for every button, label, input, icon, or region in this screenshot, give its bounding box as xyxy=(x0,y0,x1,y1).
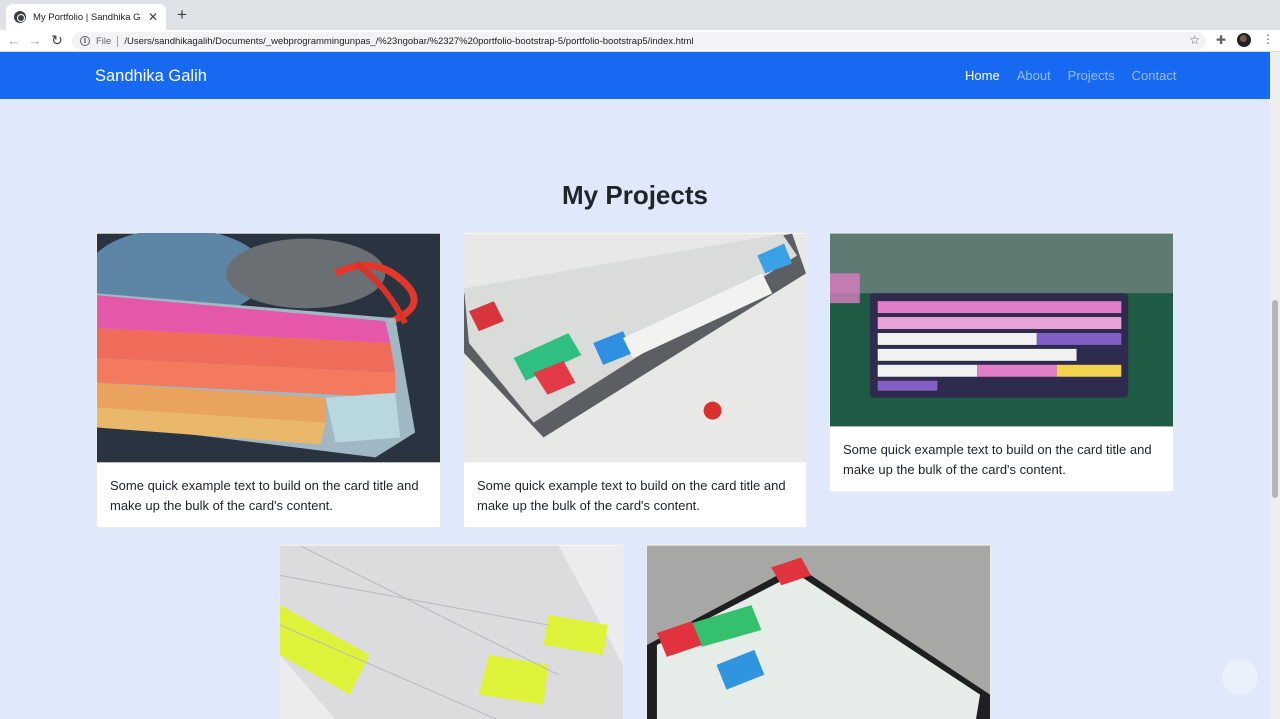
bookmark-star-icon[interactable]: ☆ xyxy=(1189,33,1200,47)
nav-link-projects[interactable]: Projects xyxy=(1068,68,1115,83)
address-bar[interactable]: i File /Users/sandhikagalih/Documents/_w… xyxy=(72,32,1206,50)
page-scrollbar[interactable] xyxy=(1270,52,1280,719)
card-text: Some quick example text to build on the … xyxy=(843,442,1152,477)
browser-tab[interactable]: My Portfolio | Sandhika Galih ✕ xyxy=(6,4,166,30)
site-navbar: Sandhika Galih Home About Projects Conta… xyxy=(0,52,1270,99)
reload-icon[interactable]: ↻ xyxy=(49,32,65,49)
project-card: Some quick example text to build on the … xyxy=(829,232,1174,492)
project-card xyxy=(646,544,991,719)
navbar-brand[interactable]: Sandhika Galih xyxy=(95,67,207,86)
card-image-keyboard-white-yellow xyxy=(280,545,623,719)
nav-link-contact[interactable]: Contact xyxy=(1132,68,1177,83)
tab-title: My Portfolio | Sandhika Galih xyxy=(33,11,141,23)
scrollbar-thumb[interactable] xyxy=(1272,300,1278,498)
project-card: Some quick example text to build on the … xyxy=(463,232,807,528)
card-image-keyboard-pink-orange xyxy=(97,233,440,463)
globe-icon xyxy=(14,11,26,23)
info-icon[interactable]: i xyxy=(80,36,90,46)
address-divider xyxy=(117,35,119,47)
scheme-label: File xyxy=(96,35,112,47)
card-text: Some quick example text to build on the … xyxy=(110,478,419,513)
extensions-puzzle-icon[interactable]: ✚ xyxy=(1216,33,1226,47)
close-tab-icon[interactable]: ✕ xyxy=(148,11,158,23)
nav-link-home[interactable]: Home xyxy=(965,68,1000,83)
browser-toolbar: ← → ↻ i File /Users/sandhikagalih/Docume… xyxy=(0,30,1280,52)
floating-action-button[interactable] xyxy=(1222,659,1258,695)
browser-menu-icon[interactable]: ⋮ xyxy=(1262,32,1274,46)
card-image-keyboard-white-red-teal xyxy=(647,545,990,719)
project-card xyxy=(279,544,624,719)
project-card: Some quick example text to build on the … xyxy=(96,232,441,528)
url-text[interactable]: /Users/sandhikagalih/Documents/_webprogr… xyxy=(124,36,693,47)
new-tab-icon[interactable]: + xyxy=(173,6,191,24)
back-arrow-icon[interactable]: ← xyxy=(6,32,22,49)
browser-tab-strip: My Portfolio | Sandhika Galih ✕ + xyxy=(0,0,1280,30)
forward-arrow-icon[interactable]: → xyxy=(27,32,43,49)
nav-links: Home About Projects Contact xyxy=(965,68,1176,83)
card-text: Some quick example text to build on the … xyxy=(477,478,786,513)
profile-avatar[interactable] xyxy=(1237,33,1251,47)
card-image-keyboard-purple-pink xyxy=(830,233,1173,427)
projects-heading: My Projects xyxy=(562,180,708,210)
nav-link-about[interactable]: About xyxy=(1017,68,1051,83)
card-image-keyboard-grey-white xyxy=(464,233,806,463)
